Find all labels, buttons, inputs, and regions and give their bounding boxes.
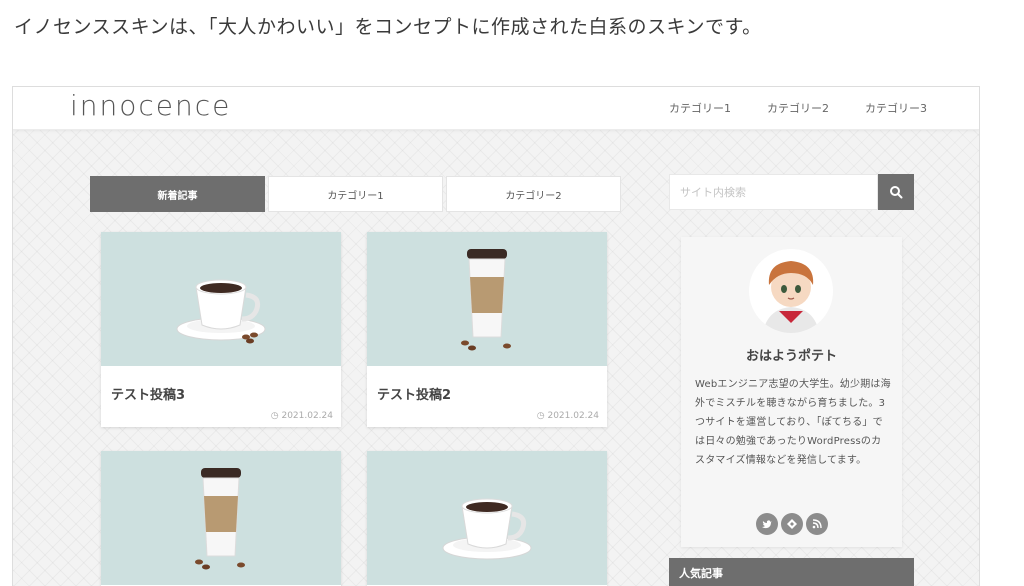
search-input[interactable] (669, 174, 878, 210)
coffee-cup-icon (101, 232, 341, 366)
profile-widget: おはようポテト Webエンジニア志望の大学生。幼少期は海外でミスチルを聴きながら… (681, 237, 902, 547)
skin-preview: innocence カテゴリー1 カテゴリー2 カテゴリー3 新着記事 カテゴリ… (12, 86, 980, 586)
profile-bio: Webエンジニア志望の大学生。幼少期は海外でミスチルを聴きながら育ちました。3つ… (695, 379, 891, 466)
coffee-cup-icon (367, 451, 607, 585)
nav-item-category-2[interactable]: カテゴリー2 (767, 100, 829, 116)
global-nav: カテゴリー1 カテゴリー2 カテゴリー3 (669, 100, 927, 116)
takeaway-cup-icon (367, 232, 607, 366)
tab-category-1[interactable]: カテゴリー1 (268, 176, 443, 212)
site-logo[interactable]: innocence (70, 89, 231, 122)
takeaway-cup-icon (101, 451, 341, 585)
clock-icon: ◷ (270, 411, 282, 421)
post-card[interactable]: テスト投稿2 ◷ 2021.02.24 (367, 232, 607, 427)
site-header: innocence カテゴリー1 カテゴリー2 カテゴリー3 (13, 87, 979, 130)
search-button[interactable] (878, 174, 914, 210)
nav-item-category-1[interactable]: カテゴリー1 (669, 100, 731, 116)
post-tabs: 新着記事 カテゴリー1 カテゴリー2 (90, 176, 621, 212)
profile-name: おはようポテト (745, 349, 837, 364)
clock-icon: ◷ (536, 411, 548, 421)
feedly-icon[interactable] (780, 513, 803, 535)
popular-posts-heading: 人気記事 (669, 558, 914, 586)
post-date: ◷ 2021.02.24 (536, 411, 599, 421)
post-title[interactable]: テスト投稿2 (367, 366, 607, 403)
rss-icon[interactable] (805, 513, 828, 535)
sns-links (681, 513, 902, 535)
twitter-icon[interactable] (755, 513, 778, 535)
search-icon (890, 186, 903, 199)
avatar (749, 249, 833, 333)
post-card[interactable] (101, 451, 341, 586)
post-title[interactable]: テスト投稿3 (101, 366, 341, 403)
post-card[interactable] (367, 451, 607, 586)
tab-new-posts[interactable]: 新着記事 (90, 176, 265, 212)
intro-text: イノセンススキンは、「大人かわいい」をコンセプトに作成された白系のスキンです。 (14, 16, 762, 38)
post-card[interactable]: テスト投稿3 ◷ 2021.02.24 (101, 232, 341, 427)
nav-item-category-3[interactable]: カテゴリー3 (865, 100, 927, 116)
tab-category-2[interactable]: カテゴリー2 (446, 176, 621, 212)
post-date: ◷ 2021.02.24 (270, 411, 333, 421)
site-search (669, 174, 914, 210)
